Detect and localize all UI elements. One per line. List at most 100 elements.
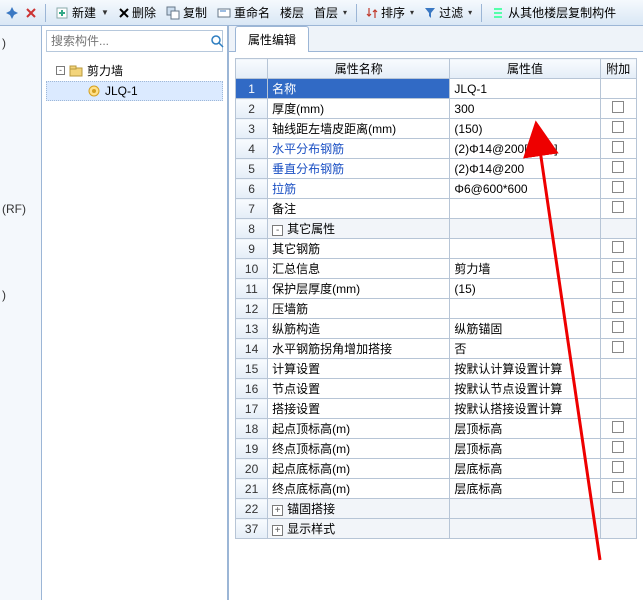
row-num: 15 (236, 359, 268, 379)
checkbox[interactable] (612, 301, 624, 313)
chevron-down-icon: ▾ (410, 8, 414, 17)
sort-button[interactable]: 排序▾ (362, 2, 418, 23)
prop-value[interactable] (450, 199, 600, 219)
search-icon[interactable] (210, 34, 224, 48)
collapse-icon[interactable]: - (272, 225, 283, 236)
prop-value[interactable] (450, 299, 600, 319)
table-row[interactable]: 8-其它属性 (236, 219, 637, 239)
table-row[interactable]: 17搭接设置按默认搭接设置计算 (236, 399, 637, 419)
prop-name: 垂直分布钢筋 (268, 159, 450, 179)
table-row[interactable]: 10汇总信息剪力墙 (236, 259, 637, 279)
prop-value[interactable]: 层顶标高 (450, 419, 600, 439)
new-icon (55, 6, 69, 20)
search-input[interactable] (47, 34, 210, 48)
prop-value[interactable]: 按默认节点设置计算 (450, 379, 600, 399)
prop-value[interactable] (450, 239, 600, 259)
row-num: 10 (236, 259, 268, 279)
expand-icon[interactable]: + (272, 525, 283, 536)
new-button[interactable]: 新建▼ (51, 2, 113, 23)
component-tree: - 剪力墙 JLQ-1 (42, 56, 227, 600)
checkbox[interactable] (612, 181, 624, 193)
checkbox[interactable] (612, 481, 624, 493)
table-row[interactable]: 16节点设置按默认节点设置计算 (236, 379, 637, 399)
floor-select[interactable]: 首层▾ (310, 2, 351, 23)
delete-button[interactable]: 删除 (115, 2, 160, 23)
table-row[interactable]: 9其它钢筋 (236, 239, 637, 259)
prop-value[interactable]: (15) (450, 279, 600, 299)
copy-icon (166, 6, 180, 20)
prop-add (600, 339, 636, 359)
table-row[interactable]: 5垂直分布钢筋(2)Φ14@200 (236, 159, 637, 179)
table-row[interactable]: 19终点顶标高(m)层顶标高 (236, 439, 637, 459)
prop-value[interactable]: 否 (450, 339, 600, 359)
checkbox[interactable] (612, 161, 624, 173)
checkbox[interactable] (612, 201, 624, 213)
table-row[interactable]: 18起点顶标高(m)层顶标高 (236, 419, 637, 439)
prop-value[interactable]: JLQ-1 (450, 79, 600, 99)
col-value[interactable]: 属性值 (450, 59, 600, 79)
rename-button[interactable]: 重命名 (213, 2, 274, 23)
table-row[interactable]: 2厚度(mm)300 (236, 99, 637, 119)
table-row[interactable]: 22+锚固搭接 (236, 499, 637, 519)
table-row[interactable]: 13纵筋构造纵筋锚固 (236, 319, 637, 339)
prop-value[interactable]: 层底标高 (450, 459, 600, 479)
main-toolbar: 新建▼ 删除 复制 重命名 楼层 首层▾ 排序▾ 过滤▾ 从其他楼层复制构件 (0, 0, 643, 26)
table-row[interactable]: 15计算设置按默认计算设置计算 (236, 359, 637, 379)
checkbox[interactable] (612, 141, 624, 153)
prop-name: 终点顶标高(m) (268, 439, 450, 459)
table-row[interactable]: 12压墙筋 (236, 299, 637, 319)
gutter-text: (RF) (0, 196, 41, 222)
prop-value[interactable]: 按默认搭接设置计算 (450, 399, 600, 419)
tab-property-edit[interactable]: 属性编辑 (235, 26, 309, 52)
filter-button[interactable]: 过滤▾ (420, 2, 476, 23)
checkbox[interactable] (612, 261, 624, 273)
prop-value[interactable]: (2)Φ14@200[2400] (450, 139, 600, 159)
prop-value[interactable]: 层底标高 (450, 479, 600, 499)
checkbox[interactable] (612, 461, 624, 473)
prop-value[interactable]: (2)Φ14@200 (450, 159, 600, 179)
row-num: 14 (236, 339, 268, 359)
checkbox[interactable] (612, 121, 624, 133)
checkbox[interactable] (612, 241, 624, 253)
prop-value[interactable]: (150) (450, 119, 600, 139)
prop-add (600, 179, 636, 199)
table-row[interactable]: 6拉筋Φ6@600*600 (236, 179, 637, 199)
prop-value[interactable]: 纵筋锚固 (450, 319, 600, 339)
row-num: 21 (236, 479, 268, 499)
prop-value[interactable]: 剪力墙 (450, 259, 600, 279)
expand-icon[interactable]: + (272, 505, 283, 516)
table-row[interactable]: 21终点底标高(m)层底标高 (236, 479, 637, 499)
chevron-down-icon: ▾ (343, 8, 347, 17)
table-row[interactable]: 14水平钢筋拐角增加搭接否 (236, 339, 637, 359)
checkbox[interactable] (612, 441, 624, 453)
table-row[interactable]: 1名称JLQ-1 (236, 79, 637, 99)
col-num[interactable] (236, 59, 268, 79)
col-add[interactable]: 附加 (600, 59, 636, 79)
copy-from-floor-button[interactable]: 从其他楼层复制构件 (487, 2, 620, 23)
prop-value[interactable]: 按默认计算设置计算 (450, 359, 600, 379)
col-name[interactable]: 属性名称 (268, 59, 450, 79)
tree-panel: - 剪力墙 JLQ-1 (42, 26, 228, 600)
table-row[interactable]: 4水平分布钢筋(2)Φ14@200[2400] (236, 139, 637, 159)
table-row[interactable]: 7备注 (236, 199, 637, 219)
prop-add (600, 499, 636, 519)
tree-root[interactable]: - 剪力墙 (46, 60, 223, 81)
tree-item-jlq1[interactable]: JLQ-1 (46, 81, 223, 101)
pin-icon[interactable] (4, 7, 20, 19)
checkbox[interactable] (612, 341, 624, 353)
table-row[interactable]: 11保护层厚度(mm)(15) (236, 279, 637, 299)
row-num: 12 (236, 299, 268, 319)
table-row[interactable]: 20起点底标高(m)层底标高 (236, 459, 637, 479)
checkbox[interactable] (612, 101, 624, 113)
checkbox[interactable] (612, 421, 624, 433)
checkbox[interactable] (612, 281, 624, 293)
prop-value[interactable]: 300 (450, 99, 600, 119)
checkbox[interactable] (612, 321, 624, 333)
table-row[interactable]: 37+显示样式 (236, 519, 637, 539)
table-row[interactable]: 3轴线距左墙皮距离(mm)(150) (236, 119, 637, 139)
close-panel-icon[interactable] (22, 6, 40, 20)
prop-value[interactable]: 层顶标高 (450, 439, 600, 459)
copy-button[interactable]: 复制 (162, 2, 211, 23)
prop-value[interactable]: Φ6@600*600 (450, 179, 600, 199)
collapse-icon[interactable]: - (56, 66, 65, 75)
